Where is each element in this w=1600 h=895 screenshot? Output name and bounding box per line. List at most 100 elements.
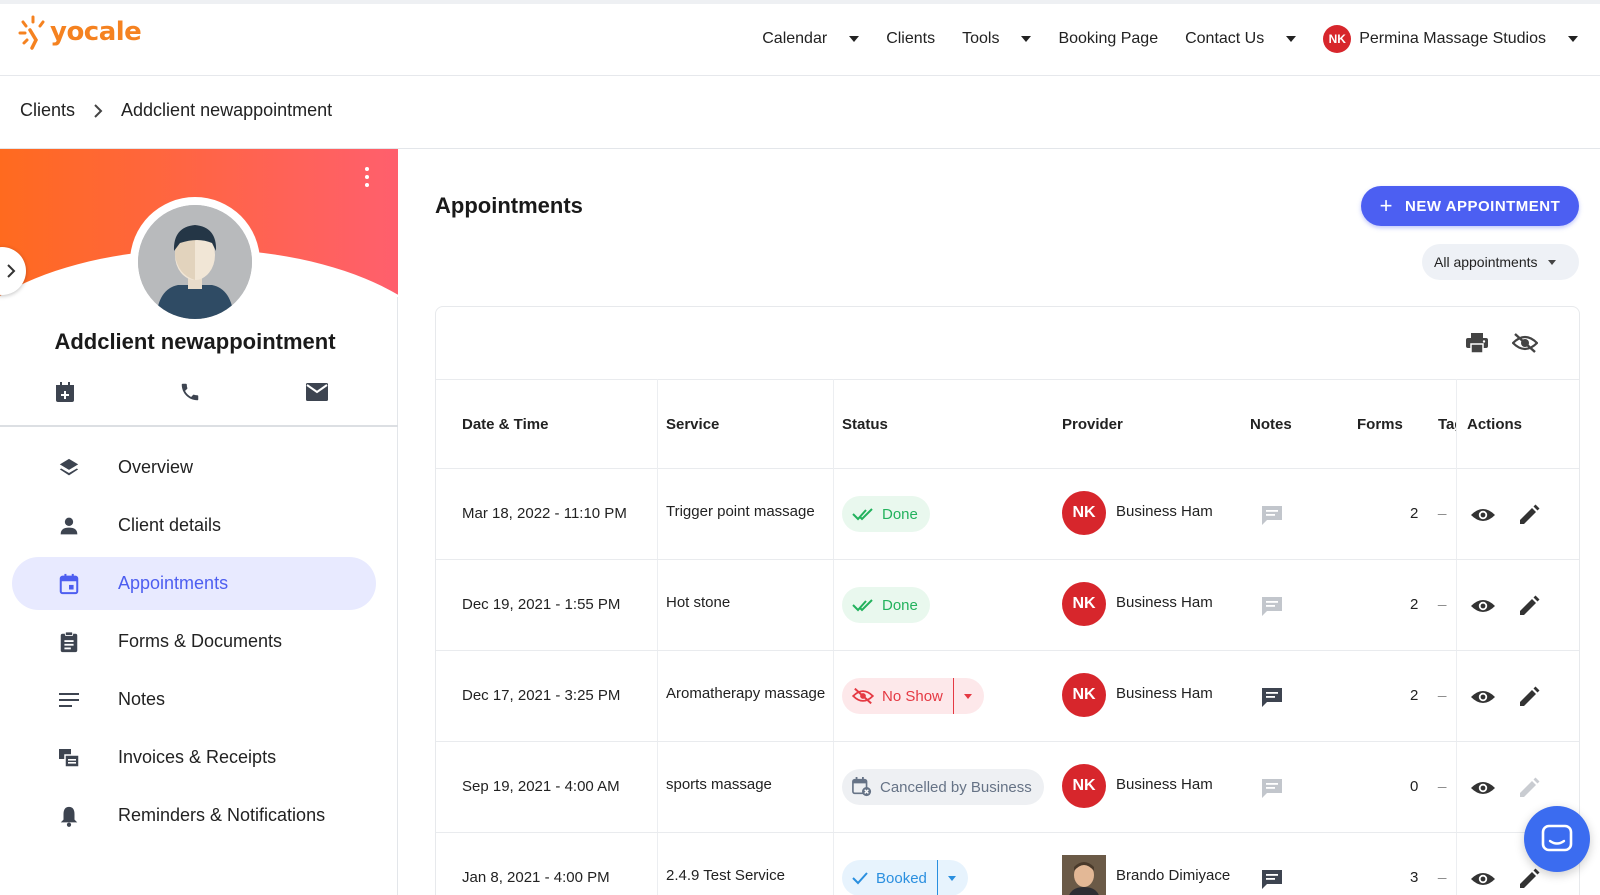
row-forms-count: 2 xyxy=(1410,596,1419,613)
appointments-filter-select[interactable]: All appointments xyxy=(1422,244,1579,280)
status-divider xyxy=(952,678,954,714)
view-eye-icon[interactable] xyxy=(1469,865,1497,893)
status-badge[interactable]: Done xyxy=(842,496,930,532)
row-tag: _ xyxy=(1438,681,1447,698)
row-provider: Business Ham xyxy=(1116,685,1213,702)
status-badge[interactable]: Done xyxy=(842,587,930,623)
bell-icon xyxy=(57,804,81,828)
nav-contact-us[interactable]: Contact Us xyxy=(1185,30,1297,48)
new-appointment-label: NEW APPOINTMENT xyxy=(1405,197,1561,215)
print-icon[interactable] xyxy=(1461,327,1493,359)
status-badge[interactable]: Booked xyxy=(842,860,968,895)
nav-booking-page[interactable]: Booking Page xyxy=(1058,30,1158,48)
breadcrumb-clients-link[interactable]: Clients xyxy=(20,100,75,121)
row-tag: _ xyxy=(1438,590,1447,607)
table-row[interactable]: Mar 18, 2022 - 11:10 PM Trigger point ma… xyxy=(436,469,1579,560)
done-check-icon xyxy=(852,507,874,521)
table-row[interactable]: Dec 17, 2021 - 3:25 PM Aromatherapy mass… xyxy=(436,651,1579,742)
yocale-logo[interactable]: yocale xyxy=(18,14,142,50)
menu-item-label: Invoices & Receipts xyxy=(118,747,277,767)
breadcrumb: Clients Addclient newappointment xyxy=(20,100,332,121)
row-tag: _ xyxy=(1438,863,1447,880)
client-sidebar: Addclient newappointment Overview Client… xyxy=(0,149,398,895)
table-row[interactable]: Dec 19, 2021 - 1:55 PM Hot stone Done NK… xyxy=(436,560,1579,651)
hide-visibility-icon[interactable] xyxy=(1509,327,1541,359)
nav-tools[interactable]: Tools xyxy=(962,30,1032,48)
nav-clients[interactable]: Clients xyxy=(886,30,935,48)
calendar-add-icon[interactable] xyxy=(47,374,83,410)
edit-pencil-icon[interactable] xyxy=(1515,865,1543,893)
notes-icon[interactable] xyxy=(1258,683,1286,711)
table-row[interactable]: Sep 19, 2021 - 4:00 AM sports massage Ca… xyxy=(436,742,1579,833)
column-header-date-time[interactable]: Date & Time xyxy=(462,416,548,433)
done-check-icon xyxy=(852,598,874,612)
column-header-service[interactable]: Service xyxy=(666,416,719,433)
menu-item-client-details[interactable]: Client details xyxy=(12,499,376,552)
provider-avatar: NK xyxy=(1062,491,1106,535)
chevron-right-icon xyxy=(7,264,16,278)
view-eye-icon[interactable] xyxy=(1469,774,1497,802)
layers-icon xyxy=(57,456,81,480)
column-header-status[interactable]: Status xyxy=(842,416,888,433)
check-icon xyxy=(852,871,868,885)
row-datetime: Sep 19, 2021 - 4:00 AM xyxy=(462,778,620,795)
new-appointment-button[interactable]: + NEW APPOINTMENT xyxy=(1361,186,1579,226)
nav-menu: Calendar Clients Tools Booking Page Cont… xyxy=(735,22,1578,56)
column-header-provider[interactable]: Provider xyxy=(1062,416,1123,433)
row-service: Trigger point massage xyxy=(666,503,815,520)
edit-pencil-icon[interactable] xyxy=(1515,592,1543,620)
menu-item-label: Reminders & Notifications xyxy=(118,805,326,825)
email-icon[interactable] xyxy=(299,374,335,410)
menu-item-label: Overview xyxy=(118,457,194,477)
notes-icon[interactable] xyxy=(1258,592,1286,620)
menu-item-label: Client details xyxy=(118,515,222,535)
nav-booking-page-label: Booking Page xyxy=(1058,30,1159,47)
status-label: Booked xyxy=(876,869,927,887)
view-eye-icon[interactable] xyxy=(1469,501,1497,529)
column-header-forms[interactable]: Forms xyxy=(1357,416,1403,433)
more-options-icon[interactable] xyxy=(364,167,370,187)
chat-support-button[interactable] xyxy=(1524,806,1590,872)
nav-calendar[interactable]: Calendar xyxy=(762,30,860,48)
client-menu: Overview Client details Appointments For… xyxy=(0,441,398,847)
nav-calendar-label: Calendar xyxy=(762,30,828,47)
table-row[interactable]: Jan 8, 2021 - 4:00 PM 2.4.9 Test Service… xyxy=(436,833,1579,895)
menu-item-label: Forms & Documents xyxy=(118,631,283,651)
table-toolbar xyxy=(1445,327,1541,359)
nav-clients-label: Clients xyxy=(886,30,936,47)
nav-business-menu[interactable]: NK Permina Massage Studios xyxy=(1323,25,1578,53)
column-header-notes[interactable]: Notes xyxy=(1250,416,1292,433)
column-header-tag[interactable]: Tag xyxy=(1438,416,1456,433)
business-name: Permina Massage Studios xyxy=(1359,30,1546,47)
row-service: 2.4.9 Test Service xyxy=(666,867,785,884)
row-provider: Brando Dimiyace xyxy=(1116,867,1231,884)
status-label: Cancelled by Business xyxy=(880,778,1032,796)
status-badge[interactable]: No Show xyxy=(842,678,984,714)
notes-icon[interactable] xyxy=(1258,501,1286,529)
client-quick-actions xyxy=(0,374,390,418)
row-datetime: Mar 18, 2022 - 11:10 PM xyxy=(462,505,627,522)
person-icon xyxy=(57,514,81,538)
menu-item-notes[interactable]: Notes xyxy=(12,673,376,726)
status-dropdown-icon[interactable] xyxy=(963,693,972,699)
phone-icon[interactable] xyxy=(172,374,208,410)
edit-pencil-icon[interactable] xyxy=(1515,683,1543,711)
view-eye-icon[interactable] xyxy=(1469,592,1497,620)
view-eye-icon[interactable] xyxy=(1469,683,1497,711)
row-service: Aromatherapy massage xyxy=(666,685,826,702)
menu-item-overview[interactable]: Overview xyxy=(12,441,376,494)
menu-item-reminders-notifications[interactable]: Reminders & Notifications xyxy=(12,789,376,842)
menu-item-forms-documents[interactable]: Forms & Documents xyxy=(12,615,376,668)
plus-icon: + xyxy=(1379,193,1394,218)
notes-icon[interactable] xyxy=(1258,865,1286,893)
filter-value: All appointments xyxy=(1434,254,1538,270)
invoice-icon xyxy=(57,746,81,770)
menu-item-appointments[interactable]: Appointments xyxy=(12,557,376,610)
edit-pencil-icon[interactable] xyxy=(1515,501,1543,529)
notes-icon[interactable] xyxy=(1258,774,1286,802)
status-badge[interactable]: Cancelled by Business xyxy=(842,769,1044,805)
appointments-table: Date & Time Service Status Provider Note… xyxy=(435,306,1580,895)
status-dropdown-icon[interactable] xyxy=(947,875,956,881)
status-label: No Show xyxy=(882,687,943,705)
menu-item-invoices-receipts[interactable]: Invoices & Receipts xyxy=(12,731,376,784)
